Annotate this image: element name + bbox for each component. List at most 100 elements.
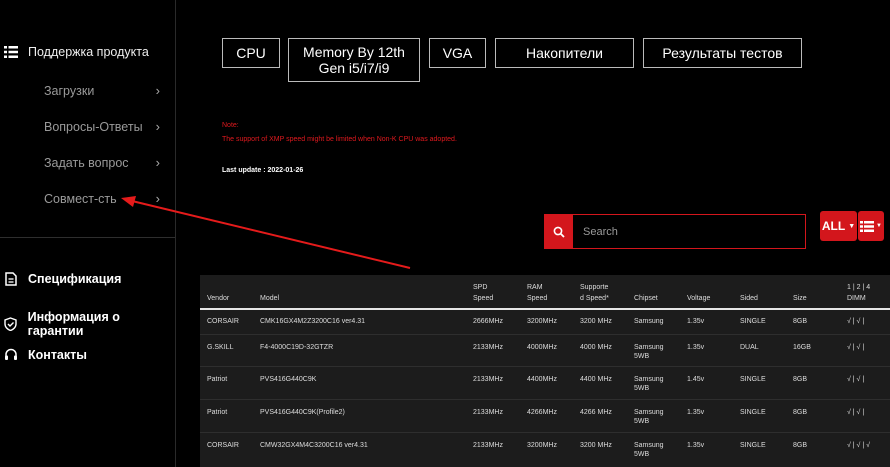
list-icon	[4, 46, 18, 58]
sidebar-item-ask-question[interactable]: Задать вопрос ›	[44, 155, 160, 170]
col-spd-line1: SPD	[473, 284, 488, 291]
sidebar-link-warranty[interactable]: Информация о гарантии	[4, 310, 175, 338]
list-view-icon	[860, 220, 875, 232]
sidebar-item-downloads[interactable]: Загрузки ›	[44, 83, 160, 98]
sidebar-section-label: Поддержка продукта	[28, 45, 149, 59]
table-cell-vendor: CORSAIR	[207, 442, 239, 449]
table-cell-chipset: Samsung	[634, 318, 664, 325]
table-cell-dimm: √ | √ |	[847, 318, 865, 325]
sidebar-item-label: Совмест-сть	[44, 191, 117, 206]
table-cell-model: PVS416G440C9K	[260, 376, 317, 383]
table-cell-sup: 4266 MHz	[580, 409, 612, 416]
chevron-right-icon: ›	[155, 155, 160, 170]
tab-label: Memory By 12th Gen i5/i7/i9	[303, 44, 405, 76]
table-cell-model: F4-4000C19D-32GTZR	[260, 344, 334, 351]
table-row: Patriot PVS416G440C9K(Profile2) 2133MHz 426…	[200, 399, 890, 433]
col-size: Size	[793, 295, 807, 302]
document-icon	[4, 272, 18, 286]
table-cell-dimm: √ | √ |	[847, 409, 865, 416]
table-cell-chipset: Samsung	[634, 409, 664, 416]
table-cell-ram: 4400MHz	[527, 376, 557, 383]
sidebar-item-label: Задать вопрос	[44, 155, 129, 170]
table-cell-ram: 4266MHz	[527, 409, 557, 416]
table-cell-ram: 3200MHz	[527, 318, 557, 325]
table-cell-spd: 2133MHz	[473, 409, 503, 416]
chevron-right-icon: ›	[155, 119, 160, 134]
col-chipset: Chipset	[634, 295, 658, 302]
tab-benchmarks[interactable]: Результаты тестов	[643, 38, 802, 68]
filter-all-dropdown[interactable]: ALL ▼	[820, 211, 857, 241]
sidebar: Поддержка продукта Загрузки › Вопросы-От…	[0, 0, 176, 467]
search-button[interactable]	[545, 215, 573, 248]
caret-down-icon: ▼	[848, 222, 856, 230]
table-row: CORSAIR CMW32GX4M4C3200C16 ver4.31 2133MHz…	[200, 432, 890, 467]
table-cell-spd: 2666MHz	[473, 318, 503, 325]
table-cell-model: CMW32GX4M4C3200C16 ver4.31	[260, 442, 368, 449]
table-cell-dimm: √ | √ |	[847, 344, 865, 351]
col-ram-line2: Speed	[527, 295, 548, 302]
col-sided: Sided	[740, 295, 758, 302]
col-dimm-line1: 1 | 2 | 4	[847, 284, 871, 291]
table-cell-chipset-line2: 5WB	[634, 385, 650, 392]
last-update: Last update : 2022-01-26	[222, 167, 304, 174]
table-cell-size: 8GB	[793, 318, 808, 325]
table-cell-voltage: 1.35v	[687, 409, 705, 416]
col-spd-line2: Speed	[473, 295, 494, 302]
table-cell-sided: DUAL	[740, 344, 759, 351]
table-header: Vendor Model SPD Speed RAM Speed Support…	[200, 275, 890, 310]
table-cell-dimm: √ | √ |	[847, 376, 865, 383]
sidebar-item-label: Вопросы-Ответы	[44, 119, 143, 134]
table-cell-sup: 4000 MHz	[580, 344, 612, 351]
tab-label: Накопители	[526, 45, 603, 61]
table-cell-chipset-line2: 5WB	[634, 451, 650, 458]
shield-check-icon	[4, 317, 18, 331]
chevron-right-icon: ›	[155, 191, 160, 206]
table-cell-size: 8GB	[793, 442, 808, 449]
tab-label: Результаты тестов	[662, 45, 783, 61]
table-cell-voltage: 1.35v	[687, 344, 705, 351]
compatibility-table: Vendor Model SPD Speed RAM Speed Support…	[200, 275, 890, 467]
view-mode-dropdown[interactable]: ▼	[858, 211, 884, 241]
table-cell-size: 8GB	[793, 376, 808, 383]
sidebar-divider	[0, 237, 175, 238]
table-cell-ram: 4000MHz	[527, 344, 557, 351]
filter-label: ALL	[821, 219, 846, 233]
sidebar-item-faq[interactable]: Вопросы-Ответы ›	[44, 119, 160, 134]
sidebar-link-label: Информация о гарантии	[27, 310, 120, 338]
chevron-right-icon: ›	[155, 83, 160, 98]
tab-memory[interactable]: Memory By 12th Gen i5/i7/i9	[288, 38, 420, 82]
table-cell-chipset: Samsung	[634, 442, 664, 449]
sidebar-section-product-support[interactable]: Поддержка продукта	[4, 45, 149, 59]
tab-cpu[interactable]: CPU	[222, 38, 280, 68]
headset-icon	[4, 348, 18, 362]
col-supported-line1: Supporte	[580, 284, 609, 291]
col-dimm-line2: DIMM	[847, 295, 866, 302]
table-cell-sup: 3200 MHz	[580, 442, 612, 449]
caret-down-icon: ▼	[876, 223, 882, 229]
table-cell-sided: SINGLE	[740, 442, 766, 449]
tab-label: CPU	[236, 45, 266, 61]
note-text: The support of XMP speed might be limite…	[222, 136, 457, 143]
table-cell-vendor: Patriot	[207, 409, 228, 416]
table-cell-model: CMK16GX4M2Z3200C16 ver4.31	[260, 318, 366, 325]
table-cell-vendor: Patriot	[207, 376, 228, 383]
search-box	[544, 214, 806, 249]
table-cell-chipset-line2: 5WB	[634, 418, 650, 425]
table-cell-dimm: √ | √ | √	[847, 442, 870, 449]
table-row: Patriot PVS416G440C9K 2133MHz 4400MHz 4400 M…	[200, 366, 890, 400]
table-cell-size: 8GB	[793, 409, 808, 416]
tab-storage[interactable]: Накопители	[495, 38, 634, 68]
search-icon	[553, 226, 565, 238]
sidebar-link-specification[interactable]: Спецификация	[4, 272, 121, 286]
table-cell-voltage: 1.35v	[687, 442, 705, 449]
table-cell-chipset: Samsung	[634, 376, 664, 383]
table-cell-chipset-line2: 5WB	[634, 353, 650, 360]
tab-vga[interactable]: VGA	[429, 38, 486, 68]
table-cell-sup: 4400 MHz	[580, 376, 612, 383]
col-model: Model	[260, 295, 280, 302]
sidebar-link-contacts[interactable]: Контакты	[4, 348, 87, 362]
search-input[interactable]	[573, 215, 805, 248]
table-cell-chipset: Samsung	[634, 344, 664, 351]
table-cell-voltage: 1.35v	[687, 318, 705, 325]
sidebar-item-compatibility[interactable]: Совмест-сть ›	[44, 191, 160, 206]
